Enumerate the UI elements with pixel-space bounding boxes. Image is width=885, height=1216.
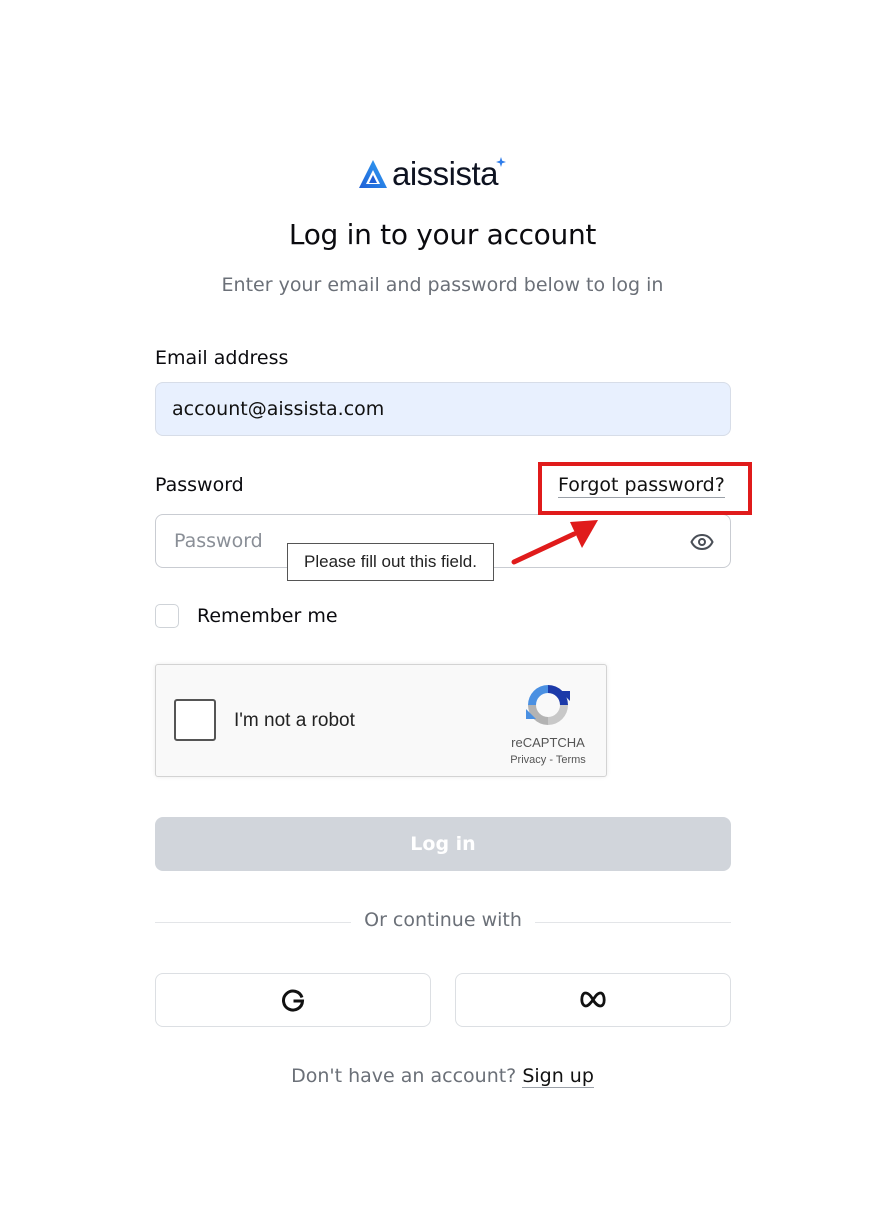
recaptcha-checkbox[interactable]: [174, 699, 216, 741]
google-icon: [282, 989, 305, 1012]
signup-prompt: Don't have an account?: [291, 1065, 517, 1087]
recaptcha-label: I'm not a robot: [234, 710, 355, 731]
signup-link[interactable]: Sign up: [522, 1065, 594, 1088]
remember-me-checkbox[interactable]: [155, 604, 179, 628]
validation-tooltip: Please fill out this field.: [287, 543, 494, 581]
eye-icon[interactable]: [690, 530, 714, 554]
brand-name: aissista: [392, 155, 499, 192]
divider-label: Or continue with: [364, 909, 522, 931]
sparkle-icon: [496, 157, 507, 167]
remember-me-label: Remember me: [197, 605, 338, 627]
email-label: Email address: [155, 347, 289, 369]
remember-me-row[interactable]: Remember me: [155, 604, 338, 628]
meta-login-button[interactable]: [455, 973, 731, 1027]
google-login-button[interactable]: [155, 973, 431, 1027]
recaptcha-widget: I'm not a robot reCAPTCHA Privacy - Term…: [155, 664, 607, 777]
recaptcha-brand: reCAPTCHA: [511, 735, 585, 750]
password-placeholder: Password: [174, 530, 263, 552]
page-subtitle: Enter your email and password below to l…: [221, 274, 664, 296]
email-field[interactable]: account@aissista.com: [155, 382, 731, 436]
recaptcha-privacy-terms[interactable]: Privacy - Terms: [496, 754, 600, 766]
social-divider: Or continue with: [155, 909, 731, 935]
recaptcha-logo-icon: [526, 685, 570, 725]
annotation-arrow-icon: [511, 520, 598, 565]
email-value: account@aissista.com: [172, 398, 385, 420]
login-button[interactable]: Log in: [155, 817, 731, 871]
brand-logo: aissista: [358, 155, 507, 192]
aissista-logo-icon: [359, 160, 387, 188]
annotation-highlight-box: [538, 462, 752, 515]
password-label: Password: [155, 474, 244, 496]
meta-icon: [580, 991, 606, 1008]
signup-row: Don't have an account? Sign up: [0, 1065, 885, 1088]
divider-line-right: [535, 922, 731, 923]
page-title: Log in to your account: [288, 218, 597, 251]
